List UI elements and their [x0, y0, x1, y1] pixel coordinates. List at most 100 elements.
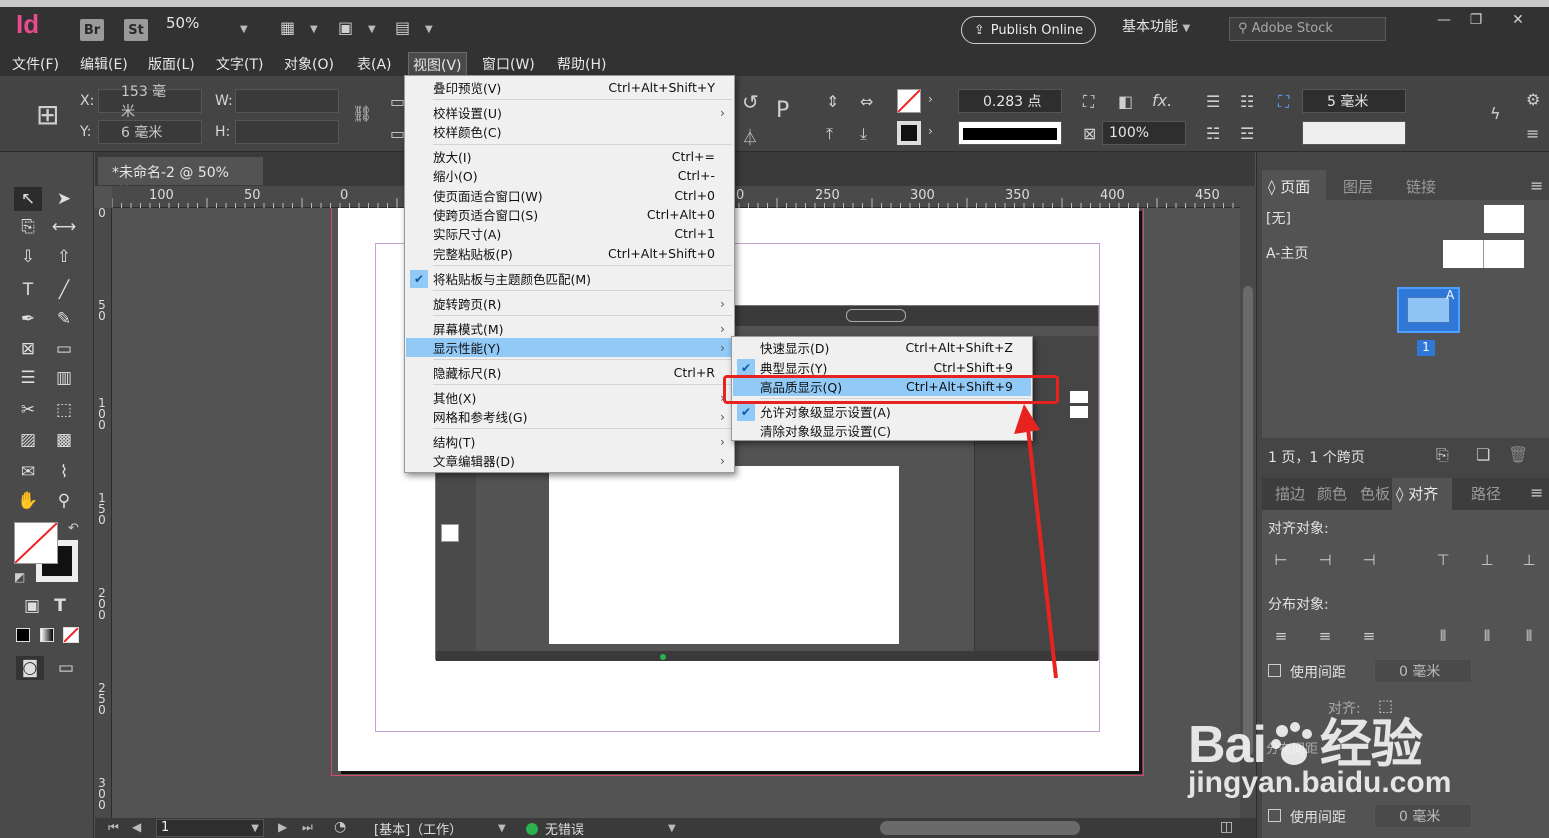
tab-layers[interactable]: 图层 — [1343, 176, 1373, 197]
tab-color[interactable]: 颜色 — [1317, 483, 1347, 504]
scale-y-icon[interactable]: ▭ — [390, 124, 405, 143]
screen-mode-icon[interactable]: ▣ — [338, 18, 353, 37]
scale-x-icon[interactable]: ▭ — [390, 92, 405, 111]
normal-view-mode-icon[interactable]: ◙ — [16, 656, 44, 680]
first-page-icon[interactable]: ⏮ — [108, 820, 119, 835]
text-wrap-none-icon[interactable]: ☰ — [1206, 92, 1220, 111]
next-page-icon[interactable]: ▶ — [278, 820, 287, 834]
x-position-field[interactable]: 153 毫米 — [98, 84, 202, 120]
drop-shadow-icon[interactable]: ◧ — [1118, 92, 1133, 111]
menu-help[interactable]: 帮助(H) — [557, 54, 606, 74]
opacity-icon[interactable]: ⊠ — [1083, 124, 1096, 143]
distribute-bottom-icon[interactable]: ≡ — [1358, 625, 1380, 647]
select-container-icon[interactable]: ⤒ — [826, 124, 833, 144]
tab-pathfinder[interactable]: 路径 — [1471, 483, 1501, 504]
menu-table[interactable]: 表(A) — [357, 54, 392, 74]
fill-arrow-icon[interactable]: › — [928, 92, 933, 106]
screen-chevron-down-icon[interactable]: ▼ — [368, 24, 376, 35]
menu-item-actual-size[interactable]: 实际尺寸(A) Ctrl+1 — [406, 224, 733, 243]
close-icon[interactable]: ✕ — [1506, 12, 1530, 30]
vertical-grid-tool-icon[interactable]: ▥ — [50, 366, 78, 390]
stroke-weight-field[interactable]: 0.283 点 — [958, 89, 1062, 113]
rectangle-tool-icon[interactable]: ▭ — [50, 337, 78, 361]
effects-icon[interactable]: fx. — [1152, 91, 1172, 110]
formatting-container-icon[interactable]: ▣ — [18, 594, 46, 618]
none-master-thumb[interactable] — [1484, 205, 1524, 233]
menu-item-grids-guides[interactable]: 网格和参考线(G) › — [406, 407, 733, 426]
distribute-left-icon[interactable]: ⦀ — [1432, 625, 1454, 647]
menu-item-hide-rulers[interactable]: 隐藏标尺(R) Ctrl+R — [406, 363, 733, 382]
distribute-right-icon[interactable]: ⦀ — [1518, 625, 1540, 647]
profile-chevron-down-icon[interactable]: ▼ — [498, 823, 506, 834]
zoom-level[interactable]: 50% — [166, 14, 199, 32]
a-master-thumb[interactable] — [1443, 240, 1524, 268]
pen-tool-icon[interactable]: ✒ — [14, 307, 42, 331]
menu-item-proof-colors[interactable]: 校样颜色(C) — [406, 122, 733, 141]
rectangle-frame-tool-icon[interactable]: ⊠ — [14, 337, 42, 361]
spacing-value-field-2[interactable]: 0 毫米 — [1374, 804, 1472, 828]
view-options-icon[interactable]: ▦ — [280, 18, 295, 37]
align-hcenter-icon[interactable]: ⊣ — [1314, 549, 1336, 571]
reference-point-icon[interactable]: ⊞ — [36, 98, 59, 131]
menu-item-extras[interactable]: 其他(X) › — [406, 388, 733, 407]
align-vcenter-icon[interactable]: ⊥ — [1476, 549, 1498, 571]
type-on-path-icon[interactable]: P — [776, 98, 789, 123]
width-field[interactable] — [235, 89, 339, 113]
swap-colors-icon[interactable]: ↶ — [68, 521, 79, 536]
pages-panel-menu-icon[interactable]: ≡ — [1530, 176, 1543, 195]
menu-view[interactable]: 视图(V) — [408, 52, 467, 76]
menu-item-zoom-in[interactable]: 放大(I) Ctrl+= — [406, 147, 733, 166]
fill-color-box[interactable] — [14, 522, 58, 564]
menu-item-entire-pasteboard[interactable]: 完整粘贴板(P) Ctrl+Alt+Shift+0 — [406, 244, 733, 263]
none-master[interactable]: [无] — [1266, 208, 1291, 228]
tab-swatches[interactable]: 色板 — [1360, 483, 1390, 504]
menu-item-fit-page[interactable]: 使页面适合窗口(W) Ctrl+0 — [406, 186, 733, 205]
stroke-swatch[interactable] — [897, 121, 921, 145]
content-placer-icon[interactable]: ⇧ — [50, 245, 78, 269]
eyedropper-tool-icon[interactable]: ⌇ — [50, 460, 78, 484]
a-master[interactable]: A-主页 — [1266, 243, 1308, 263]
apply-gradient-icon[interactable] — [40, 628, 54, 642]
page-number-field[interactable]: 1 ▼ — [156, 819, 264, 837]
menu-item-match-pasteboard[interactable]: ✔ 将粘贴板与主题颜色匹配(M) — [406, 269, 733, 288]
settings-gear-icon[interactable]: ⚙ — [1526, 90, 1540, 109]
horizontal-grid-tool-icon[interactable]: ☰ — [14, 366, 42, 390]
page-tool-icon[interactable]: ⎘ — [14, 215, 42, 239]
menu-window[interactable]: 窗口(W) — [482, 54, 535, 74]
delete-page-icon[interactable]: 🗑 — [1508, 445, 1528, 464]
apply-color-icon[interactable] — [16, 628, 30, 642]
menu-item-rotate-spread[interactable]: 旋转跨页(R) › — [406, 294, 733, 313]
screen-mode-tool-icon[interactable]: ▭ — [52, 656, 80, 680]
y-position-field[interactable]: 6 毫米 — [98, 120, 202, 144]
view-chevron-down-icon[interactable]: ▼ — [310, 24, 318, 35]
bridge-button[interactable]: Br — [80, 19, 104, 41]
scissors-tool-icon[interactable]: ✂ — [14, 398, 42, 422]
shear-icon[interactable]: ⏃ — [742, 124, 758, 148]
tab-links[interactable]: 链接 — [1406, 176, 1436, 197]
rotate-icon[interactable]: ↺ — [742, 90, 759, 114]
menu-item-proof-setup[interactable]: 校样设置(U) › — [406, 103, 733, 122]
align-bottom-icon[interactable]: ⊥ — [1518, 549, 1540, 571]
text-wrap-shape-icon[interactable]: ☵ — [1206, 124, 1220, 143]
formatting-text-icon[interactable]: T — [46, 594, 74, 618]
auto-fit-icon[interactable]: ⛶ — [1278, 92, 1289, 112]
menu-item-story-editor[interactable]: 文章编辑器(D) › — [406, 451, 733, 470]
status-chevron-down-icon[interactable]: ▼ — [668, 823, 676, 834]
default-colors-icon[interactable]: ◩ — [14, 570, 25, 584]
horizontal-scrollbar-thumb[interactable] — [880, 821, 1080, 835]
flip-horizontal-icon[interactable]: ⇔ — [860, 92, 873, 111]
distribute-vcenter-icon[interactable]: ≡ — [1314, 625, 1336, 647]
menu-item-overprint-preview[interactable]: 叠印预览(V) Ctrl+Alt+Shift+Y — [406, 78, 733, 97]
stroke-arrow-icon[interactable]: › — [928, 124, 933, 138]
distribute-top-icon[interactable]: ≡ — [1270, 625, 1292, 647]
publish-online-button[interactable]: ⇪ Publish Online — [961, 16, 1096, 44]
stroke-type-dropdown[interactable] — [958, 121, 1062, 145]
split-window-icon[interactable]: ◫ — [1220, 819, 1233, 835]
selection-tool-icon[interactable]: ↖ — [14, 187, 42, 211]
minimize-icon[interactable]: — — [1432, 12, 1456, 30]
menu-item-clear-object-level[interactable]: 清除对象级显示设置(C) — [733, 421, 1031, 440]
use-spacing-checkbox[interactable] — [1268, 664, 1281, 677]
align-panel-menu-icon[interactable]: ≡ — [1530, 483, 1543, 502]
menu-edit[interactable]: 编辑(E) — [80, 54, 128, 74]
align-right-icon[interactable]: ⊣ — [1358, 549, 1380, 571]
